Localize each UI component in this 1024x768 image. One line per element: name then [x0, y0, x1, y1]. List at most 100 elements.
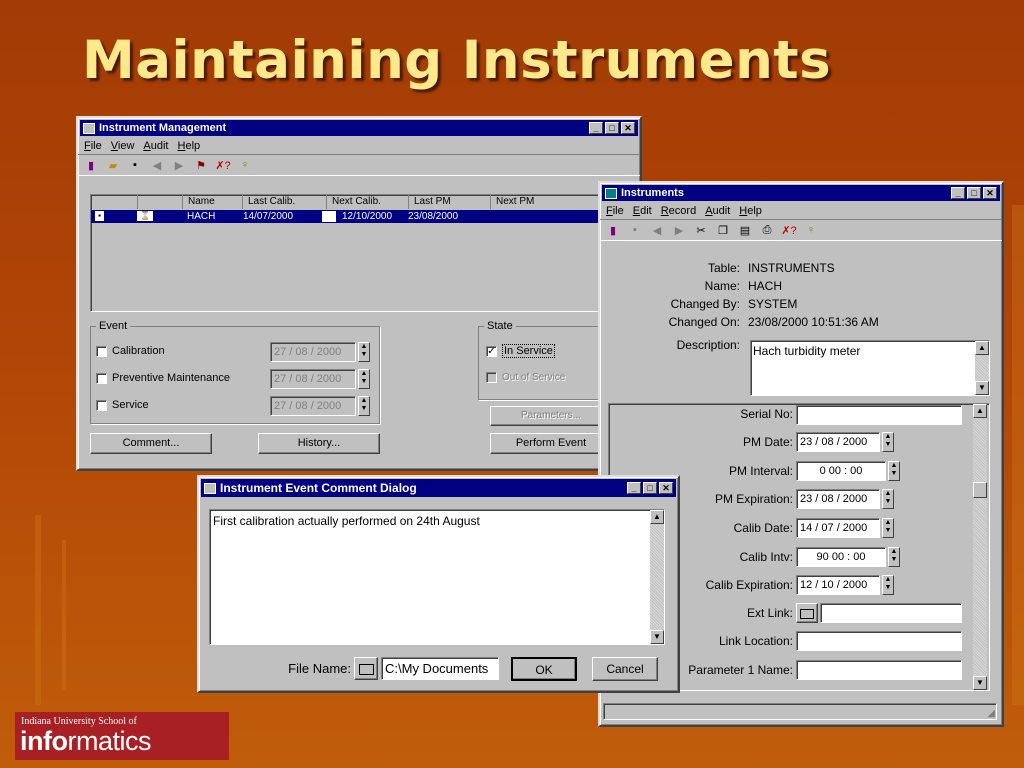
- maximize-button[interactable]: □: [643, 482, 657, 494]
- checkbox-checked-box[interactable]: ✓: [486, 345, 497, 357]
- hint-bulb-icon[interactable]: ♀: [238, 158, 252, 172]
- open-folder-icon[interactable]: ▰: [106, 158, 120, 172]
- comment-button[interactable]: Comment...: [90, 433, 212, 454]
- column-header-next-pm[interactable]: Next PM: [491, 195, 586, 209]
- description-textarea[interactable]: Hach turbidity meter ▲ ▼: [750, 340, 990, 396]
- calib-expiration-spinner[interactable]: ▲ ▼: [882, 575, 894, 595]
- resize-grip-icon[interactable]: ◢: [987, 708, 995, 719]
- in-service-checkbox[interactable]: ✓ In Service: [486, 344, 555, 358]
- checkbox-box[interactable]: [96, 399, 107, 411]
- history-button[interactable]: History...: [258, 433, 380, 454]
- calibration-date-input[interactable]: 27 / 08 / 2000: [270, 342, 356, 362]
- preventive-maintenance-checkbox[interactable]: Preventive Maintenance: [96, 372, 230, 384]
- column-header-last-pm[interactable]: Last PM: [409, 195, 491, 209]
- cancel-button[interactable]: Cancel: [592, 657, 658, 681]
- instrument-grid[interactable]: Name Last Calib. Next Calib. Last PM Nex…: [90, 194, 602, 312]
- comment-scrollbar[interactable]: [650, 510, 664, 644]
- exit-door-icon[interactable]: ▮: [606, 223, 620, 237]
- next-arrow-icon[interactable]: ▶: [172, 158, 186, 172]
- flag-icon[interactable]: ⚑: [194, 158, 208, 172]
- checkbox-box[interactable]: [96, 345, 107, 357]
- save-disk-icon[interactable]: ▪: [128, 158, 142, 172]
- menu-audit[interactable]: Audit: [143, 140, 168, 152]
- paste-clipboard-icon[interactable]: ▤: [738, 223, 752, 237]
- minimize-button[interactable]: _: [627, 482, 641, 494]
- parameter-1-name-input[interactable]: [796, 660, 962, 680]
- scroll-down-button[interactable]: ▼: [650, 630, 664, 644]
- menu-view[interactable]: View: [111, 140, 135, 152]
- menu-record[interactable]: Record: [661, 205, 696, 217]
- next-arrow-icon[interactable]: ▶: [672, 223, 686, 237]
- pm-date-input[interactable]: 27 / 08 / 2000: [270, 369, 356, 389]
- column-header-last-calib[interactable]: Last Calib.: [243, 195, 327, 209]
- service-checkbox[interactable]: Service: [96, 399, 149, 411]
- scroll-down-button[interactable]: ▼: [975, 381, 989, 395]
- out-of-service-checkbox[interactable]: Out of Service: [486, 372, 565, 383]
- minimize-button[interactable]: _: [951, 187, 965, 199]
- save-disk-icon[interactable]: ▪: [628, 223, 642, 237]
- parameters-button[interactable]: Parameters...: [490, 406, 612, 426]
- whats-this-help-icon[interactable]: ✗?: [215, 158, 230, 172]
- calibration-date-spinner[interactable]: ▲ ▼: [358, 342, 370, 362]
- cut-scissors-icon[interactable]: ✂: [694, 223, 708, 237]
- column-header-name[interactable]: Name: [183, 195, 243, 209]
- print-icon[interactable]: ⎙: [760, 223, 774, 237]
- ok-button[interactable]: OK: [511, 657, 577, 681]
- calib-intv-input[interactable]: 90 00 : 00: [796, 547, 886, 567]
- comment-textarea[interactable]: First calibration actually performed on …: [209, 509, 665, 645]
- file-name-input[interactable]: C:\My Documents: [381, 657, 499, 680]
- ext-link-input[interactable]: [820, 603, 962, 623]
- service-date-input[interactable]: 27 / 08 / 2000: [270, 396, 356, 416]
- scroll-down-button[interactable]: ▼: [973, 676, 987, 690]
- hint-bulb-icon[interactable]: ♀: [804, 223, 818, 237]
- calib-date-input[interactable]: 14 / 07 / 2000: [796, 518, 880, 538]
- scroll-up-button[interactable]: ▲: [973, 404, 987, 418]
- copy-icon[interactable]: ❐: [716, 223, 730, 237]
- title-bar[interactable]: Instrument Event Comment Dialog _ □ ✕: [201, 479, 676, 497]
- scroll-up-button[interactable]: ▲: [975, 341, 989, 355]
- maximize-button[interactable]: □: [605, 122, 619, 134]
- scroll-up-button[interactable]: ▲: [650, 510, 664, 524]
- calib-expiration-input[interactable]: 12 / 10 / 2000: [796, 575, 880, 595]
- whats-this-help-icon[interactable]: ✗?: [781, 223, 796, 237]
- pm-interval-input[interactable]: 0 00 : 00: [796, 461, 886, 481]
- pm-date-input[interactable]: 23 / 08 / 2000: [796, 432, 880, 452]
- menu-file[interactable]: File: [606, 205, 624, 217]
- checkbox-box[interactable]: [486, 372, 497, 383]
- pm-expiration-spinner[interactable]: ▲ ▼: [882, 489, 894, 509]
- menu-audit[interactable]: Audit: [705, 205, 730, 217]
- table-row[interactable]: ▪ ⌛ HACH 14/07/2000 12/10/2000 23/08/200…: [91, 210, 601, 223]
- checkbox-box[interactable]: [96, 372, 107, 384]
- minimize-button[interactable]: _: [589, 122, 603, 134]
- browse-file-button[interactable]: [354, 657, 378, 680]
- row-next-calib-checkbox[interactable]: [322, 211, 336, 222]
- pm-expiration-input[interactable]: 23 / 08 / 2000: [796, 489, 880, 509]
- pm-date-spinner[interactable]: ▲ ▼: [882, 432, 894, 452]
- perform-event-button[interactable]: Perform Event: [490, 433, 612, 454]
- title-bar[interactable]: Instrument Management _ □ ✕: [80, 120, 638, 136]
- scroll-thumb[interactable]: [973, 482, 987, 498]
- close-button[interactable]: ✕: [983, 187, 997, 199]
- pm-interval-spinner[interactable]: ▲ ▼: [888, 461, 900, 481]
- calib-intv-spinner[interactable]: ▲ ▼: [888, 547, 900, 567]
- previous-arrow-icon[interactable]: ◀: [150, 158, 164, 172]
- exit-door-icon[interactable]: ▮: [84, 158, 98, 172]
- link-location-input[interactable]: [796, 631, 962, 651]
- pm-date-spinner[interactable]: ▲ ▼: [358, 369, 370, 389]
- menu-help[interactable]: Help: [178, 140, 201, 152]
- fields-scrollbar[interactable]: [973, 404, 987, 690]
- menu-help[interactable]: Help: [739, 205, 762, 217]
- close-button[interactable]: ✕: [621, 122, 635, 134]
- browse-link-button[interactable]: [796, 603, 818, 623]
- maximize-button[interactable]: □: [967, 187, 981, 199]
- calibration-checkbox[interactable]: Calibration: [96, 345, 165, 357]
- serial-no-input[interactable]: [796, 405, 962, 425]
- column-header-next-calib[interactable]: Next Calib.: [327, 195, 409, 209]
- menu-file[interactable]: File: [84, 140, 102, 152]
- previous-arrow-icon[interactable]: ◀: [650, 223, 664, 237]
- close-button[interactable]: ✕: [659, 482, 673, 494]
- menu-edit[interactable]: Edit: [633, 205, 652, 217]
- calib-date-spinner[interactable]: ▲ ▼: [882, 518, 894, 538]
- service-date-spinner[interactable]: ▲ ▼: [358, 396, 370, 416]
- title-bar[interactable]: Instruments _ □ ✕: [602, 185, 1000, 201]
